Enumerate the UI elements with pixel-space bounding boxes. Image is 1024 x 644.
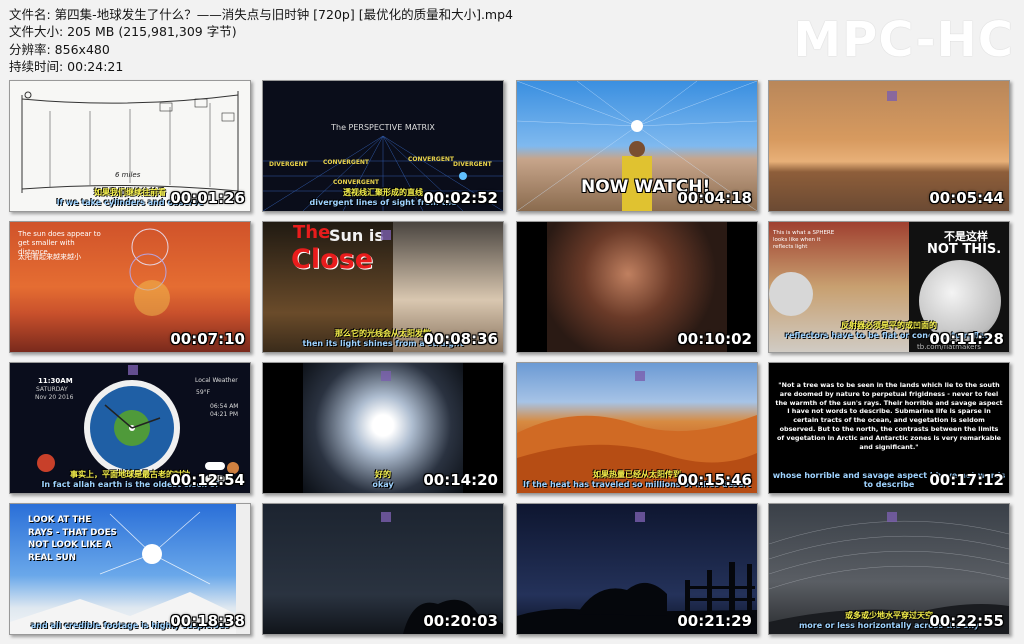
thumbnail-15[interactable]: 00:21:29 (516, 503, 758, 635)
thumbnail-10[interactable]: 好的 okay 00:14:20 (262, 362, 504, 494)
thumbnail-12[interactable]: "Not a tree was to be seen in the lands … (768, 362, 1010, 494)
weather-temp: 59°F (196, 389, 211, 396)
clock-day: SATURDAY (36, 386, 68, 393)
timestamp: 00:20:03 (423, 612, 498, 630)
title-sun-is: Sun is (329, 226, 384, 245)
timestamp: 00:22:55 (929, 612, 1004, 630)
title-close: Close (291, 244, 374, 275)
watermark-icon (635, 512, 645, 522)
matrix-word-3: CONVERGENT (408, 156, 455, 163)
thumbnail-4[interactable]: 00:05:44 (768, 80, 1010, 212)
thumbnail-13[interactable]: LOOK AT THE RAYS - THAT DOES NOT LOOK LI… (9, 503, 251, 635)
sunset-time: 04:21 PM (210, 411, 238, 418)
thumbnail-2[interactable]: The PERSPECTIVE MATRIX DIVERGENT CONVERG… (262, 80, 504, 212)
not-this-caption: NOT THIS. (927, 242, 1002, 257)
quote-text: "Not a tree was to be seen in the lands … (775, 381, 1003, 451)
thumbnail-14[interactable]: 00:20:03 (262, 503, 504, 635)
thumbnail-9[interactable]: 11:30AM SATURDAY Nov 20 2016 Local Weath… (9, 362, 251, 494)
timestamp: 00:18:38 (170, 612, 245, 630)
thumbnail-16[interactable]: 或多或少地水平穿过天空 more or less horizontally ac… (768, 503, 1010, 635)
timestamp: 00:04:18 (677, 189, 752, 207)
rays-caption: LOOK AT THE RAYS - THAT DOES NOT LOOK LI… (28, 515, 117, 563)
thumbnail-7[interactable]: 00:10:02 (516, 221, 758, 353)
sun-text-cn: 太阳看起来越来越小 (18, 253, 81, 261)
matrix-title: The PERSPECTIVE MATRIX (331, 123, 435, 132)
watermark-icon (381, 512, 391, 522)
timestamp: 00:08:36 (423, 330, 498, 348)
thumbnail-grid: 6 miles 如果我们继续往前看 If we take cylinders a… (0, 0, 1024, 644)
timestamp: 00:07:10 (170, 330, 245, 348)
timestamp: 00:15:46 (677, 471, 752, 489)
watermark-icon (128, 365, 138, 375)
weather-title: Local Weather (195, 377, 238, 384)
matrix-word-2: CONVERGENT (323, 159, 370, 166)
timestamp: 00:10:02 (677, 330, 752, 348)
timestamp: 00:21:29 (677, 612, 752, 630)
timestamp: 00:14:20 (423, 471, 498, 489)
matrix-word-5: CONVERGENT (333, 179, 380, 186)
title-the: The (293, 222, 331, 243)
thumbnail-3[interactable]: NOW WATCH! 00:04:18 (516, 80, 758, 212)
timestamp: 00:12:54 (170, 471, 245, 489)
watermark-icon (887, 91, 897, 101)
sunrise-time: 06:54 AM (210, 403, 239, 410)
matrix-word-4: DIVERGENT (453, 161, 492, 168)
subtitle-cn: 反射器必须是平的或凹面的 (841, 321, 937, 330)
clock-date: Nov 20 2016 (35, 394, 74, 401)
thumbnail-8[interactable]: This is what a SPHERE looks like when it… (768, 221, 1010, 353)
thumbnail-5[interactable]: The sun does appear to get smaller with … (9, 221, 251, 353)
timestamp: 00:05:44 (929, 189, 1004, 207)
matrix-word-1: DIVERGENT (269, 161, 308, 168)
watermark-icon (381, 230, 391, 240)
watermark-icon (635, 371, 645, 381)
clock-time: 11:30AM (38, 377, 73, 385)
thumbnail-6[interactable]: The Sun is Close 那么它的光线会从太阳发散 then its l… (262, 221, 504, 353)
timestamp: 00:02:52 (423, 189, 498, 207)
distance-label: 6 miles (115, 171, 141, 179)
timestamp: 00:17:12 (929, 471, 1004, 489)
watermark-icon (887, 512, 897, 522)
timestamp: 00:11:28 (929, 330, 1004, 348)
thumbnail-1[interactable]: 6 miles 如果我们继续往前看 If we take cylinders a… (9, 80, 251, 212)
timestamp: 00:01:26 (170, 189, 245, 207)
sphere-caption: This is what a SPHERE looks like when it… (773, 230, 835, 250)
thumbnail-11[interactable]: 如果热量已经从太阳传到 If the heat has traveled so … (516, 362, 758, 494)
watermark-icon (381, 371, 391, 381)
